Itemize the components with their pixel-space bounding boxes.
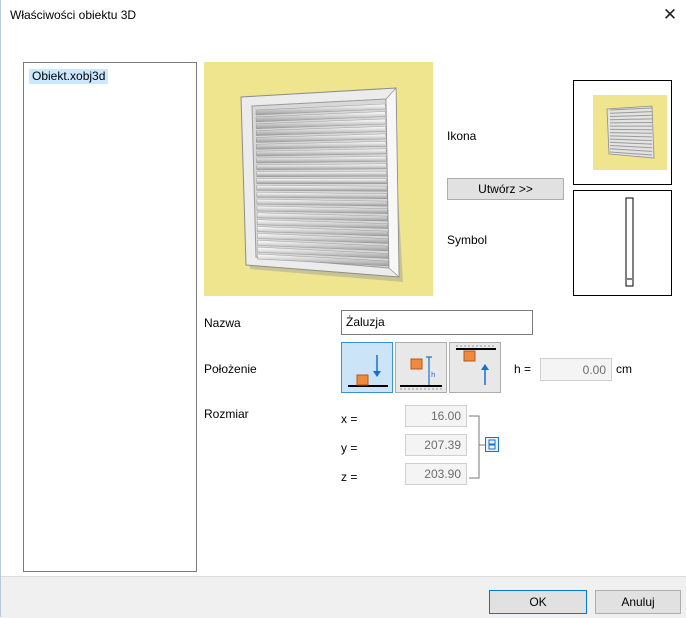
position-height-button[interactable]: h: [395, 342, 447, 393]
size-x-input[interactable]: 16.00: [405, 405, 467, 427]
blind-slat: [257, 171, 388, 176]
dialog-footer: OK Anuluj: [1, 576, 686, 618]
lock-proportions-icon[interactable]: [485, 437, 499, 452]
cancel-button[interactable]: Anuluj: [595, 590, 681, 614]
icon-preview-box: [573, 80, 672, 185]
title-bar: Właściwości obiektu 3D ✕: [1, 0, 686, 32]
list-item[interactable]: Obiekt.xobj3d: [29, 69, 108, 84]
icon-label: Ikona: [447, 129, 476, 143]
x-label: x =: [341, 412, 357, 426]
size-z-input[interactable]: 203.90: [405, 463, 467, 485]
position-floor-button[interactable]: [341, 342, 393, 393]
h-unit-label: cm: [616, 362, 632, 376]
position-ceiling-button[interactable]: [449, 342, 501, 393]
blind-slat: [257, 179, 388, 184]
h-label: h =: [514, 362, 531, 376]
blind-slat: [257, 164, 388, 170]
h-input[interactable]: 0.00: [540, 358, 612, 381]
ceiling-position-icon: [450, 343, 502, 394]
blind-slat: [257, 185, 388, 191]
position-label: Położenie: [204, 362, 257, 376]
name-input[interactable]: Żaluzja: [341, 310, 533, 335]
svg-text:h: h: [431, 371, 435, 379]
mini-slat: [610, 133, 652, 134]
close-icon[interactable]: ✕: [653, 0, 686, 32]
name-label: Nazwa: [204, 316, 241, 330]
y-label: y =: [341, 441, 357, 455]
object-3d-preview: [204, 62, 433, 296]
create-button[interactable]: Utwórz >>: [447, 178, 564, 200]
chain-icon: [486, 438, 498, 451]
symbol-preview-box: [573, 190, 672, 296]
ok-button[interactable]: OK: [489, 590, 587, 614]
symbol-label: Symbol: [447, 233, 487, 247]
properties-dialog: Właściwości obiektu 3D ✕ Obiekt.xobj3d I…: [0, 0, 686, 617]
size-y-input[interactable]: 207.39: [405, 434, 467, 456]
icon-thumbnail: [574, 81, 671, 184]
size-label: Rozmiar: [204, 407, 249, 421]
dialog-title: Właściwości obiektu 3D: [10, 8, 136, 22]
floor-position-icon: [342, 343, 394, 394]
symbol-thumbnail: [574, 191, 671, 295]
blind-3d-render: [204, 62, 433, 296]
z-label: z =: [341, 470, 357, 484]
object-file-list[interactable]: Obiekt.xobj3d: [23, 62, 197, 572]
height-position-icon: h: [396, 343, 448, 394]
